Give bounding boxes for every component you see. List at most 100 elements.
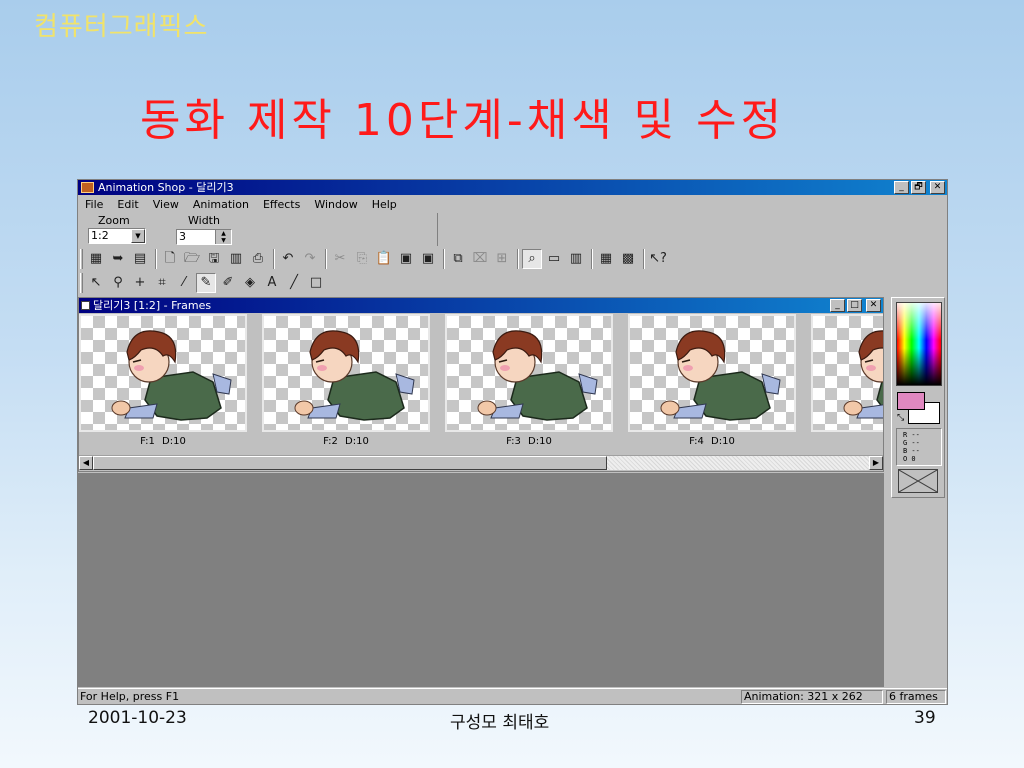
running-boy-image xyxy=(111,330,232,421)
controls-icon[interactable]: ▭ xyxy=(544,249,564,269)
paste-before-icon[interactable]: ▣ xyxy=(396,249,416,269)
chevron-down-icon[interactable]: ▼ xyxy=(131,229,145,243)
color-palette-icon[interactable]: ▥ xyxy=(566,249,586,269)
mover-cross-icon[interactable]: + xyxy=(130,273,150,293)
zoom-magnifier-icon[interactable]: ⚲ xyxy=(108,273,128,293)
status-help: For Help, press F1 xyxy=(80,690,180,703)
spin-arrows-icon[interactable]: ▲ ▼ xyxy=(215,230,231,244)
scroll-thumb[interactable] xyxy=(93,456,607,470)
close-button[interactable]: ✕ xyxy=(930,181,945,194)
play-arrow-icon[interactable]: ➥ xyxy=(108,249,128,269)
toolbar-separator xyxy=(273,249,275,269)
eraser-icon[interactable]: ✐ xyxy=(218,273,238,293)
dropper-icon[interactable]: ⁄ xyxy=(174,273,194,293)
scroll-right-icon[interactable]: ▶ xyxy=(869,456,883,470)
menubar: File Edit View Animation Effects Window … xyxy=(78,196,404,213)
print-icon[interactable]: ⎙ xyxy=(248,249,268,269)
toolbar-separator xyxy=(643,249,645,269)
rgb-r: R -- xyxy=(903,431,920,439)
shape-tool-icon[interactable]: □ xyxy=(306,273,326,293)
frame-1[interactable]: F:1 D:10 xyxy=(79,314,247,454)
insert-frames-icon[interactable]: ⧉ xyxy=(448,249,468,269)
frame-label: F:1 D:10 xyxy=(140,436,186,447)
menu-window[interactable]: Window xyxy=(307,196,364,213)
footer-page-number: 39 xyxy=(914,708,936,728)
crop-icon[interactable]: ⌗ xyxy=(152,273,172,293)
frame-label: F:4 D:10 xyxy=(689,436,735,447)
frame-4[interactable]: F:4 D:10 xyxy=(628,314,796,454)
corner-title: 컴퓨터그래픽스 xyxy=(34,12,209,42)
frames-titlebar[interactable]: 달리기3 [1:2] - Frames _ □ ✕ xyxy=(79,298,883,313)
zoom-select[interactable]: 1:2 ▼ xyxy=(88,228,146,244)
color-spectrum[interactable] xyxy=(896,302,942,386)
frame-properties-icon[interactable]: ⊞ xyxy=(492,249,512,269)
undo-icon[interactable]: ↶ xyxy=(278,249,298,269)
view-animation-icon[interactable]: ▦ xyxy=(596,249,616,269)
open-folder-icon[interactable]: 🗁 xyxy=(182,249,202,269)
help-pointer-icon[interactable]: ↖? xyxy=(648,249,668,269)
frames-maximize-button[interactable]: □ xyxy=(847,299,862,312)
color-palette-panel: ⤡ R -- G -- B -- O 0 xyxy=(891,297,945,498)
film-strip-icon[interactable]: ▦ xyxy=(86,249,106,269)
toolbar2-grip[interactable] xyxy=(80,273,83,293)
animation-shop-window: Animation Shop - 달리기3 _ 🗗 ✕ File Edit Vi… xyxy=(77,179,948,705)
save-frames-icon[interactable]: ▥ xyxy=(226,249,246,269)
toolbar1-grip[interactable] xyxy=(80,249,83,269)
menu-edit[interactable]: Edit xyxy=(110,196,145,213)
save-icon[interactable]: 🖫 xyxy=(204,249,224,269)
frame-2[interactable]: F:2 D:10 xyxy=(262,314,430,454)
horizontal-scrollbar[interactable]: ◀ ▶ xyxy=(79,455,883,470)
frame-thumbnail[interactable] xyxy=(262,314,430,432)
select-arrow-icon[interactable]: ↖ xyxy=(86,273,106,293)
status-dimensions: Animation: 321 x 262 xyxy=(741,690,883,704)
rgb-readout: R -- G -- B -- O 0 xyxy=(896,428,942,466)
frames-window: 달리기3 [1:2] - Frames _ □ ✕ F:1 D:10 F:2 D… xyxy=(78,297,884,472)
frame-5[interactable]: F: xyxy=(811,314,883,454)
frames-window-controls: _ □ ✕ xyxy=(830,299,881,312)
status-frame-count: 6 frames xyxy=(886,690,946,704)
frame-thumbnail[interactable] xyxy=(79,314,247,432)
menu-help[interactable]: Help xyxy=(365,196,404,213)
menu-animation[interactable]: Animation xyxy=(186,196,256,213)
new-file-icon[interactable]: 🗋 xyxy=(160,249,180,269)
frame-thumbnail[interactable] xyxy=(628,314,796,432)
frames-minimize-button[interactable]: _ xyxy=(830,299,845,312)
scroll-left-icon[interactable]: ◀ xyxy=(79,456,93,470)
text-tool-icon[interactable]: A xyxy=(262,273,282,293)
document-icon xyxy=(81,301,90,310)
menu-effects[interactable]: Effects xyxy=(256,196,307,213)
line-tool-icon[interactable]: ╱ xyxy=(284,273,304,293)
delete-frames-icon[interactable]: ⌧ xyxy=(470,249,490,269)
menu-view[interactable]: View xyxy=(146,196,186,213)
frames-icon[interactable]: ▤ xyxy=(130,249,150,269)
flood-fill-icon[interactable]: ◈ xyxy=(240,273,260,293)
frame-3[interactable]: F:3 D:10 xyxy=(445,314,613,454)
footer-author: 구성모 최태호 xyxy=(450,713,550,733)
paintbrush-icon[interactable]: ✎ xyxy=(196,273,216,293)
frame-label: F: xyxy=(811,436,883,447)
frames-close-button[interactable]: ✕ xyxy=(866,299,881,312)
cut-icon[interactable]: ✂ xyxy=(330,249,350,269)
swap-colors-icon[interactable]: ⤡ xyxy=(897,413,904,423)
width-stepper[interactable]: 3 ▲ ▼ xyxy=(176,229,232,245)
optimize-icon[interactable]: ▩ xyxy=(618,249,638,269)
frame-label: F:2 D:10 xyxy=(323,436,369,447)
paste-icon[interactable]: 📋 xyxy=(374,249,394,269)
frame-thumbnail[interactable] xyxy=(811,314,883,432)
foreground-color-swatch[interactable] xyxy=(897,392,925,410)
app-titlebar[interactable]: Animation Shop - 달리기3 _ 🗗 ✕ xyxy=(78,180,947,195)
zoom-label: Zoom xyxy=(98,214,130,227)
frame-label: F:3 D:10 xyxy=(506,436,552,447)
frame-thumbnail[interactable] xyxy=(445,314,613,432)
copy-icon[interactable]: ⎘ xyxy=(352,249,372,269)
minimize-button[interactable]: _ xyxy=(894,181,909,194)
menu-file[interactable]: File xyxy=(78,196,110,213)
frames-title: 달리기3 [1:2] - Frames xyxy=(93,299,212,312)
paste-after-icon[interactable]: ▣ xyxy=(418,249,438,269)
transparent-color-icon[interactable] xyxy=(898,469,938,493)
slide-title: 동화 제작 10단계-채색 및 수정 xyxy=(140,95,786,146)
redo-icon[interactable]: ↷ xyxy=(300,249,320,269)
toolbar-separator xyxy=(155,249,157,269)
zoom-icon[interactable]: ⌕ xyxy=(522,249,542,269)
restore-button[interactable]: 🗗 xyxy=(911,181,926,194)
